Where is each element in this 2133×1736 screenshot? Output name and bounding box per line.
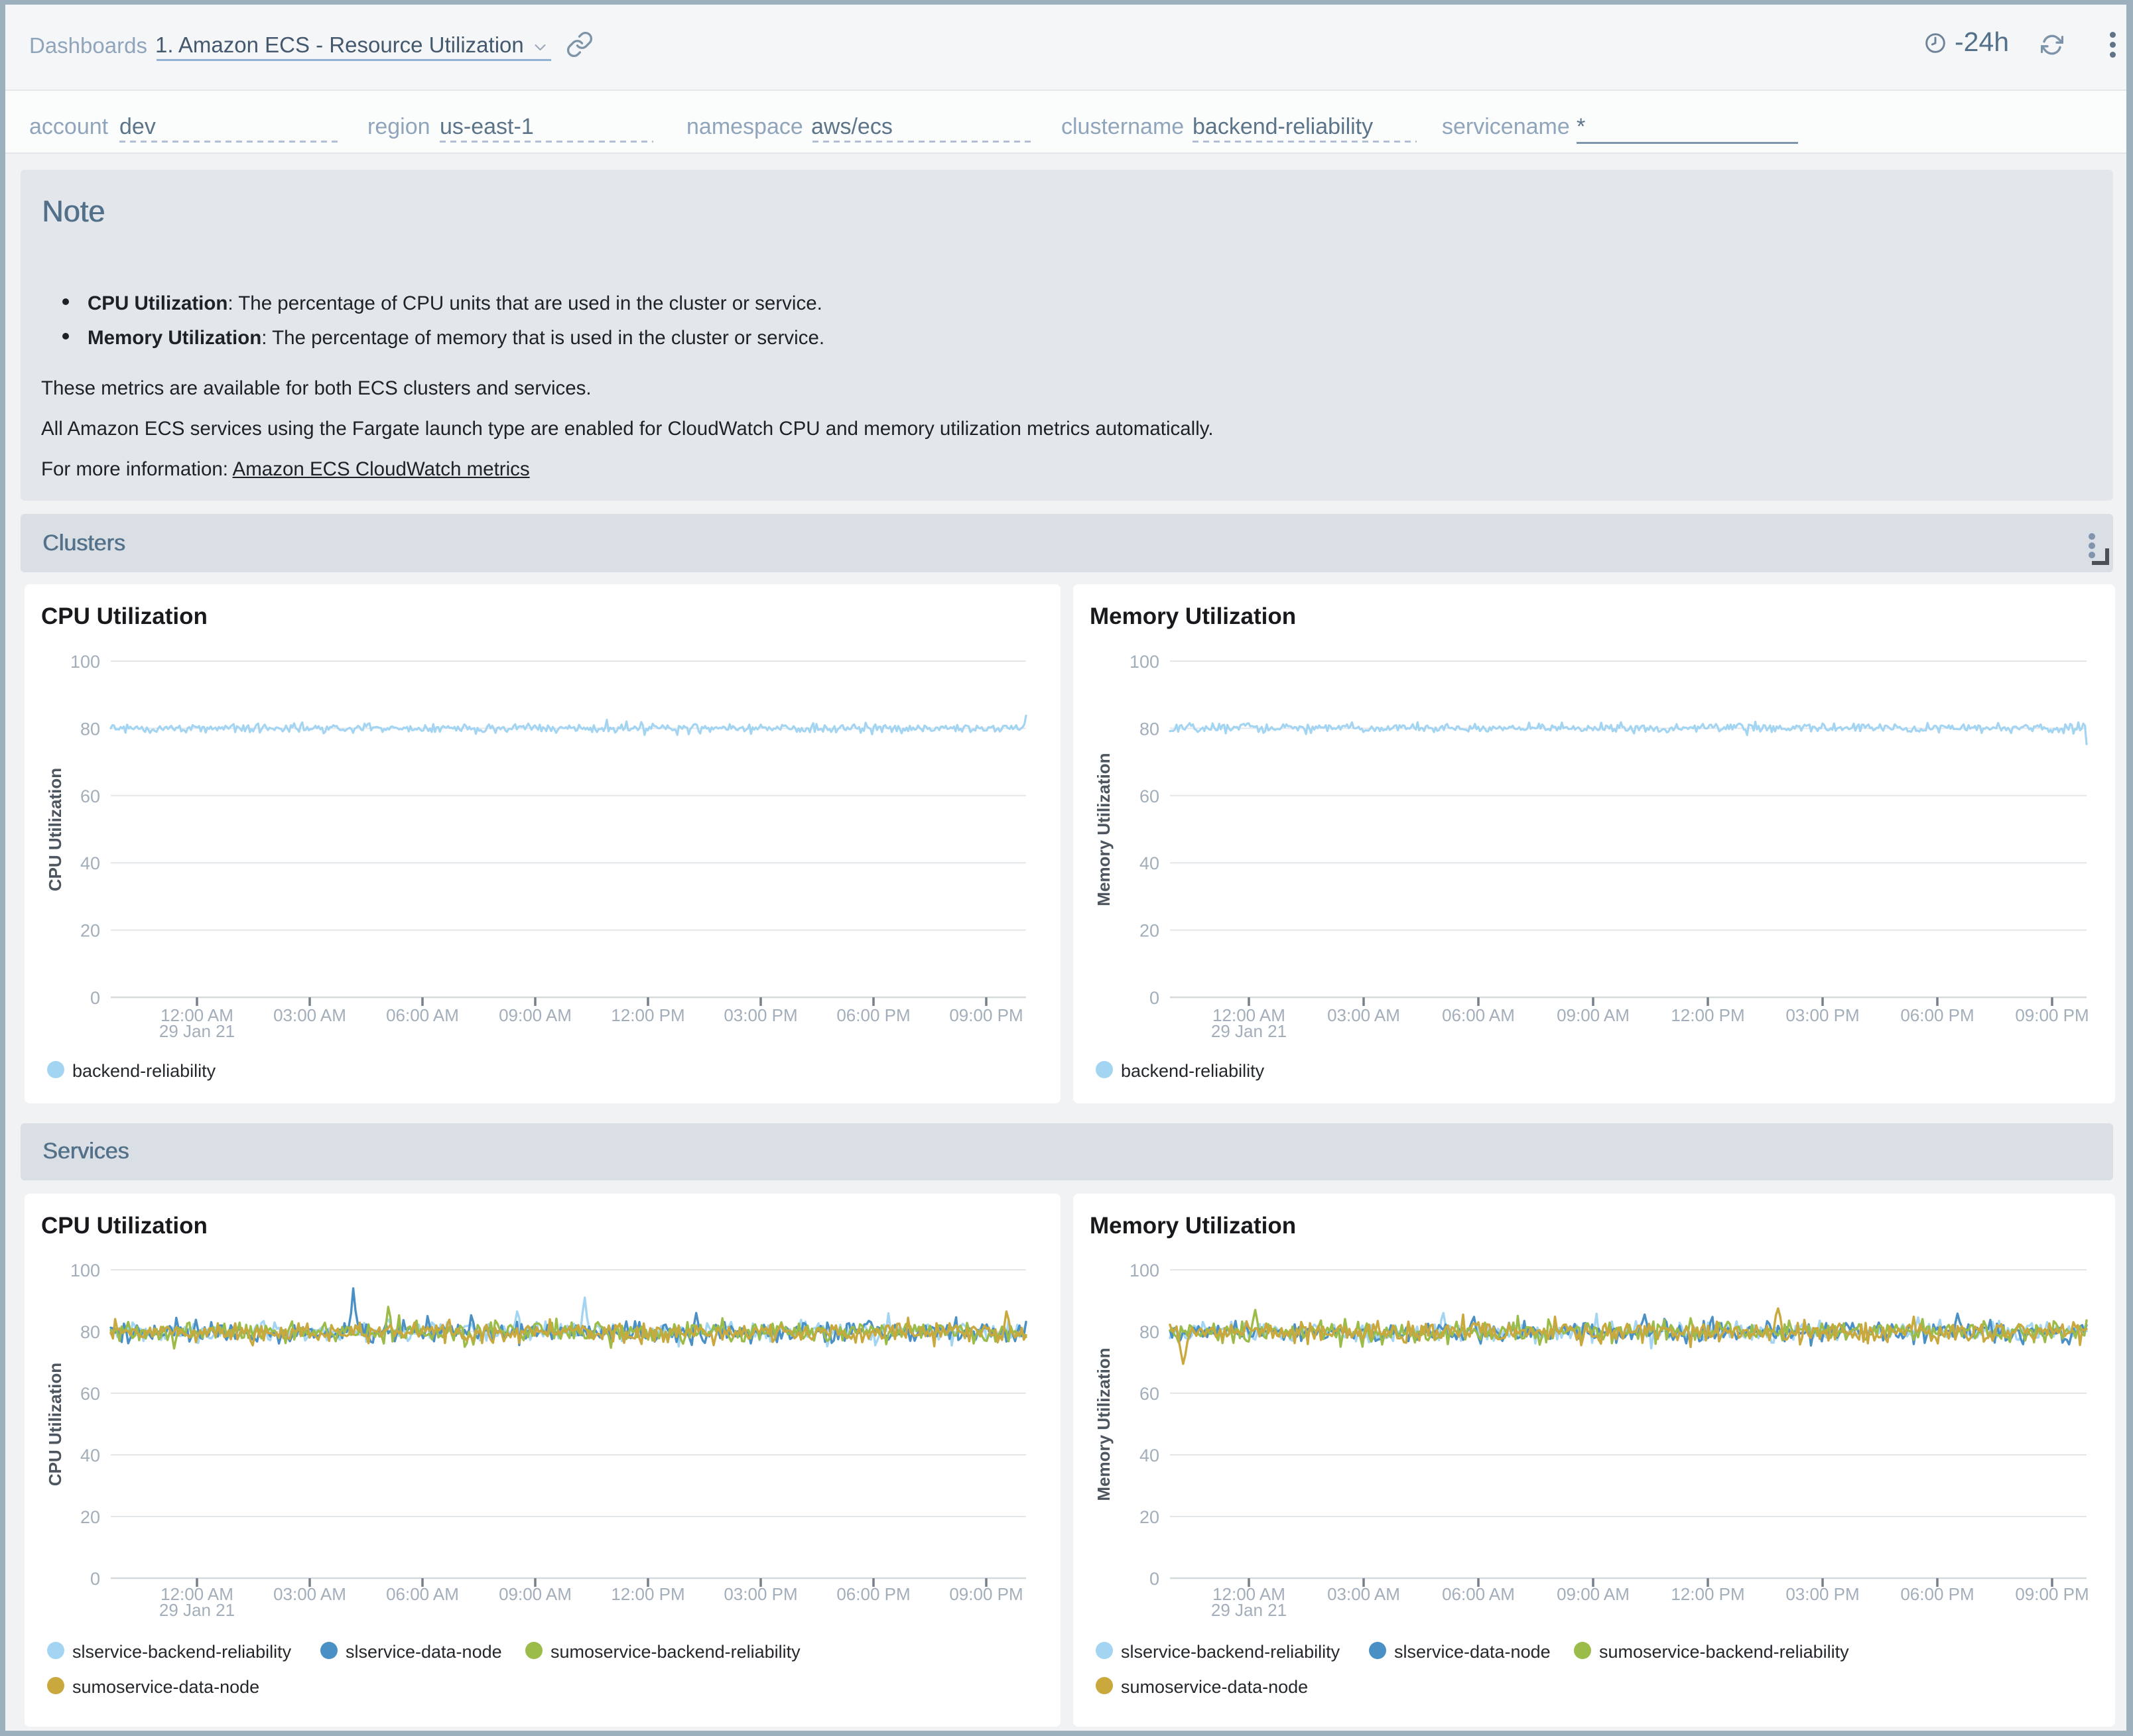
svg-text:06:00 AM: 06:00 AM — [386, 1005, 459, 1025]
svg-text:40: 40 — [80, 1446, 100, 1465]
svg-text:100: 100 — [1130, 1261, 1159, 1280]
svg-text:40: 40 — [80, 853, 100, 873]
svg-text:80: 80 — [80, 1322, 100, 1342]
svg-text:03:00 PM: 03:00 PM — [724, 1005, 797, 1025]
svg-text:06:00 PM: 06:00 PM — [1900, 1005, 1974, 1025]
svg-text:backend-reliability: backend-reliability — [1121, 1061, 1265, 1081]
svg-text:06:00 PM: 06:00 PM — [836, 1005, 910, 1025]
svg-text:40: 40 — [1139, 1446, 1159, 1465]
svg-text:09:00 PM: 09:00 PM — [949, 1584, 1023, 1604]
svg-text:80: 80 — [1139, 719, 1159, 739]
svg-text:60: 60 — [1139, 1384, 1159, 1404]
svg-text:06:00 PM: 06:00 PM — [1900, 1584, 1974, 1604]
svg-text:09:00 PM: 09:00 PM — [2015, 1584, 2089, 1604]
svg-text:sumoservice-backend-reliabilit: sumoservice-backend-reliability — [1599, 1642, 1849, 1662]
svg-text:0: 0 — [90, 1569, 100, 1589]
svg-text:60: 60 — [80, 1384, 100, 1404]
svg-text:03:00 AM: 03:00 AM — [273, 1005, 346, 1025]
svg-text:03:00 AM: 03:00 AM — [1327, 1584, 1400, 1604]
svg-text:0: 0 — [1149, 1569, 1159, 1589]
svg-text:40: 40 — [1139, 853, 1159, 873]
svg-text:CPU Utilization: CPU Utilization — [41, 1213, 208, 1239]
svg-text:CPU Utilization: CPU Utilization — [41, 603, 208, 629]
svg-text:80: 80 — [1139, 1322, 1159, 1342]
svg-text:29 Jan 21: 29 Jan 21 — [1211, 1600, 1287, 1620]
svg-text:80: 80 — [80, 719, 100, 739]
svg-text:09:00 PM: 09:00 PM — [2015, 1005, 2089, 1025]
svg-text:sumoservice-data-node: sumoservice-data-node — [1121, 1677, 1308, 1697]
svg-text:12:00 PM: 12:00 PM — [1671, 1005, 1744, 1025]
svg-text:03:00 PM: 03:00 PM — [1785, 1005, 1859, 1025]
svg-text:12:00 PM: 12:00 PM — [611, 1005, 684, 1025]
svg-text:03:00 PM: 03:00 PM — [1785, 1584, 1859, 1604]
svg-text:09:00 AM: 09:00 AM — [499, 1584, 572, 1604]
svg-text:100: 100 — [1130, 652, 1159, 672]
svg-text:03:00 AM: 03:00 AM — [1327, 1005, 1400, 1025]
svg-text:09:00 PM: 09:00 PM — [949, 1005, 1023, 1025]
svg-text:sumoservice-data-node: sumoservice-data-node — [72, 1677, 259, 1697]
svg-text:29 Jan 21: 29 Jan 21 — [159, 1600, 235, 1620]
svg-text:60: 60 — [80, 786, 100, 806]
svg-text:20: 20 — [1139, 921, 1159, 941]
svg-text:100: 100 — [70, 652, 100, 672]
svg-text:06:00 AM: 06:00 AM — [1442, 1584, 1515, 1604]
svg-text:29 Jan 21: 29 Jan 21 — [1211, 1021, 1287, 1041]
svg-text:12:00 PM: 12:00 PM — [1671, 1584, 1744, 1604]
svg-text:06:00 AM: 06:00 AM — [386, 1584, 459, 1604]
svg-text:slservice-backend-reliability: slservice-backend-reliability — [72, 1642, 292, 1662]
svg-text:20: 20 — [80, 1507, 100, 1527]
svg-text:Memory Utilization: Memory Utilization — [1094, 1347, 1114, 1501]
svg-text:06:00 PM: 06:00 PM — [836, 1584, 910, 1604]
svg-text:06:00 AM: 06:00 AM — [1442, 1005, 1515, 1025]
svg-text:slservice-data-node: slservice-data-node — [1394, 1642, 1551, 1662]
svg-text:100: 100 — [70, 1261, 100, 1280]
svg-text:29 Jan 21: 29 Jan 21 — [159, 1021, 235, 1041]
svg-text:03:00 PM: 03:00 PM — [724, 1584, 797, 1604]
svg-text:09:00 AM: 09:00 AM — [1557, 1584, 1630, 1604]
svg-text:Memory Utilization: Memory Utilization — [1094, 753, 1114, 906]
svg-text:20: 20 — [1139, 1507, 1159, 1527]
svg-text:slservice-data-node: slservice-data-node — [346, 1642, 502, 1662]
svg-text:Memory Utilization: Memory Utilization — [1090, 1213, 1296, 1239]
svg-text:03:00 AM: 03:00 AM — [273, 1584, 346, 1604]
svg-text:CPU Utilization: CPU Utilization — [45, 1363, 65, 1486]
svg-text:09:00 AM: 09:00 AM — [499, 1005, 572, 1025]
svg-text:Memory Utilization: Memory Utilization — [1090, 603, 1296, 629]
svg-text:sumoservice-backend-reliabilit: sumoservice-backend-reliability — [550, 1642, 801, 1662]
svg-text:20: 20 — [80, 921, 100, 941]
svg-text:CPU Utilization: CPU Utilization — [45, 768, 65, 891]
svg-text:60: 60 — [1139, 786, 1159, 806]
svg-text:backend-reliability: backend-reliability — [72, 1061, 216, 1081]
svg-text:slservice-backend-reliability: slservice-backend-reliability — [1121, 1642, 1340, 1662]
svg-text:12:00 PM: 12:00 PM — [611, 1584, 684, 1604]
svg-text:09:00 AM: 09:00 AM — [1557, 1005, 1630, 1025]
svg-text:0: 0 — [90, 988, 100, 1008]
svg-text:0: 0 — [1149, 988, 1159, 1008]
